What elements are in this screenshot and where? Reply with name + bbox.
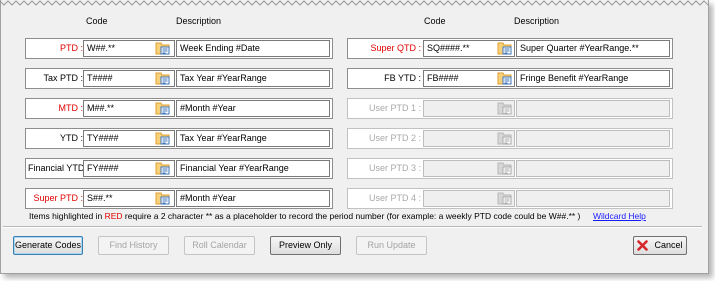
note-red-highlight: RED [104,211,123,221]
description-input[interactable]: Super Quarter #YearRange.** [516,40,670,57]
description-input[interactable]: #Month #Year [176,100,330,117]
period-label: User PTD 1 : [368,103,421,113]
right-period-row: User PTD 4 : [347,188,673,209]
left-period-row: Super PTD : S##.** #Month #Year [25,188,333,209]
cancel-button[interactable]: Cancel [633,236,687,255]
right-period-row: FB YTD : FB#### Fringe Benefit #YearRange [347,68,673,89]
period-label: Financial YTD : [28,163,90,173]
right-period-row: User PTD 2 : [347,128,673,149]
torn-edge [0,0,709,6]
left-period-row: Financial YTD : FY#### Financial Year #Yea… [25,158,333,179]
note-text: Items highlighted in [29,211,105,221]
folder-list-icon[interactable] [155,70,171,86]
left-code-header: Code [86,16,108,26]
period-label: PTD : [59,43,83,53]
right-period-row: User PTD 1 : [347,98,673,119]
left-period-row: MTD : M##.** #Month #Year [25,98,333,119]
right-code-header: Code [424,16,446,26]
period-label: MTD : [58,103,84,113]
period-label: Tax PTD : [43,73,83,83]
description-input[interactable] [516,130,670,147]
right-period-row: Super QTD : SQ####.** Super Quarter #YearR… [347,38,673,59]
folder-list-icon[interactable] [497,70,513,86]
description-input[interactable]: Fringe Benefit #YearRange [516,70,670,87]
period-label: User PTD 2 : [368,133,421,143]
note-text-tail: require a 2 character ** as a placeholde… [122,211,581,221]
left-period-row: PTD : W##.** Week Ending #Date [25,38,333,59]
folder-list-icon[interactable] [497,130,513,146]
generate-codes-button[interactable]: Generate Codes [13,236,83,255]
preview-only-button[interactable]: Preview Only [270,236,341,255]
description-input[interactable] [516,190,670,207]
separator [3,226,702,228]
left-description-header: Description [176,16,222,26]
right-period-row: User PTD 3 : [347,158,673,179]
folder-list-icon[interactable] [155,160,171,176]
wildcard-help-link[interactable]: Wildcard Help [593,211,646,221]
red-items-note: Items highlighted in RED require a 2 cha… [29,211,580,221]
folder-list-icon[interactable] [497,100,513,116]
description-input[interactable]: Tax Year #YearRange [176,130,330,147]
period-label: User PTD 4 : [368,193,421,203]
right-description-header: Description [514,16,560,26]
description-input[interactable]: Financial Year #YearRange [176,160,330,177]
cancel-label: Cancel [654,240,683,250]
folder-list-icon[interactable] [497,160,513,176]
folder-list-icon[interactable] [155,100,171,116]
roll-calendar-button[interactable]: Roll Calendar [184,236,255,255]
find-history-button[interactable]: Find History [98,236,169,255]
description-input[interactable] [516,160,670,177]
period-label: Super QTD : [370,43,421,53]
description-input[interactable]: Week Ending #Date [176,40,330,57]
period-label: Super PTD : [33,193,83,203]
left-period-row: YTD : TY#### Tax Year #YearRange [25,128,333,149]
folder-list-icon[interactable] [497,40,513,56]
folder-list-icon[interactable] [155,130,171,146]
description-input[interactable]: #Month #Year [176,190,330,207]
red-x-icon [637,240,649,251]
description-input[interactable] [516,100,670,117]
folder-list-icon[interactable] [155,40,171,56]
period-label: User PTD 3 : [368,163,421,173]
period-label: YTD : [59,133,83,143]
description-input[interactable]: Tax Year #YearRange [176,70,330,87]
period-label: FB YTD : [384,73,421,83]
folder-list-icon[interactable] [497,190,513,206]
folder-list-icon[interactable] [155,190,171,206]
run-update-button[interactable]: Run Update [356,236,427,255]
left-period-row: Tax PTD : T#### Tax Year #YearRange [25,68,333,89]
